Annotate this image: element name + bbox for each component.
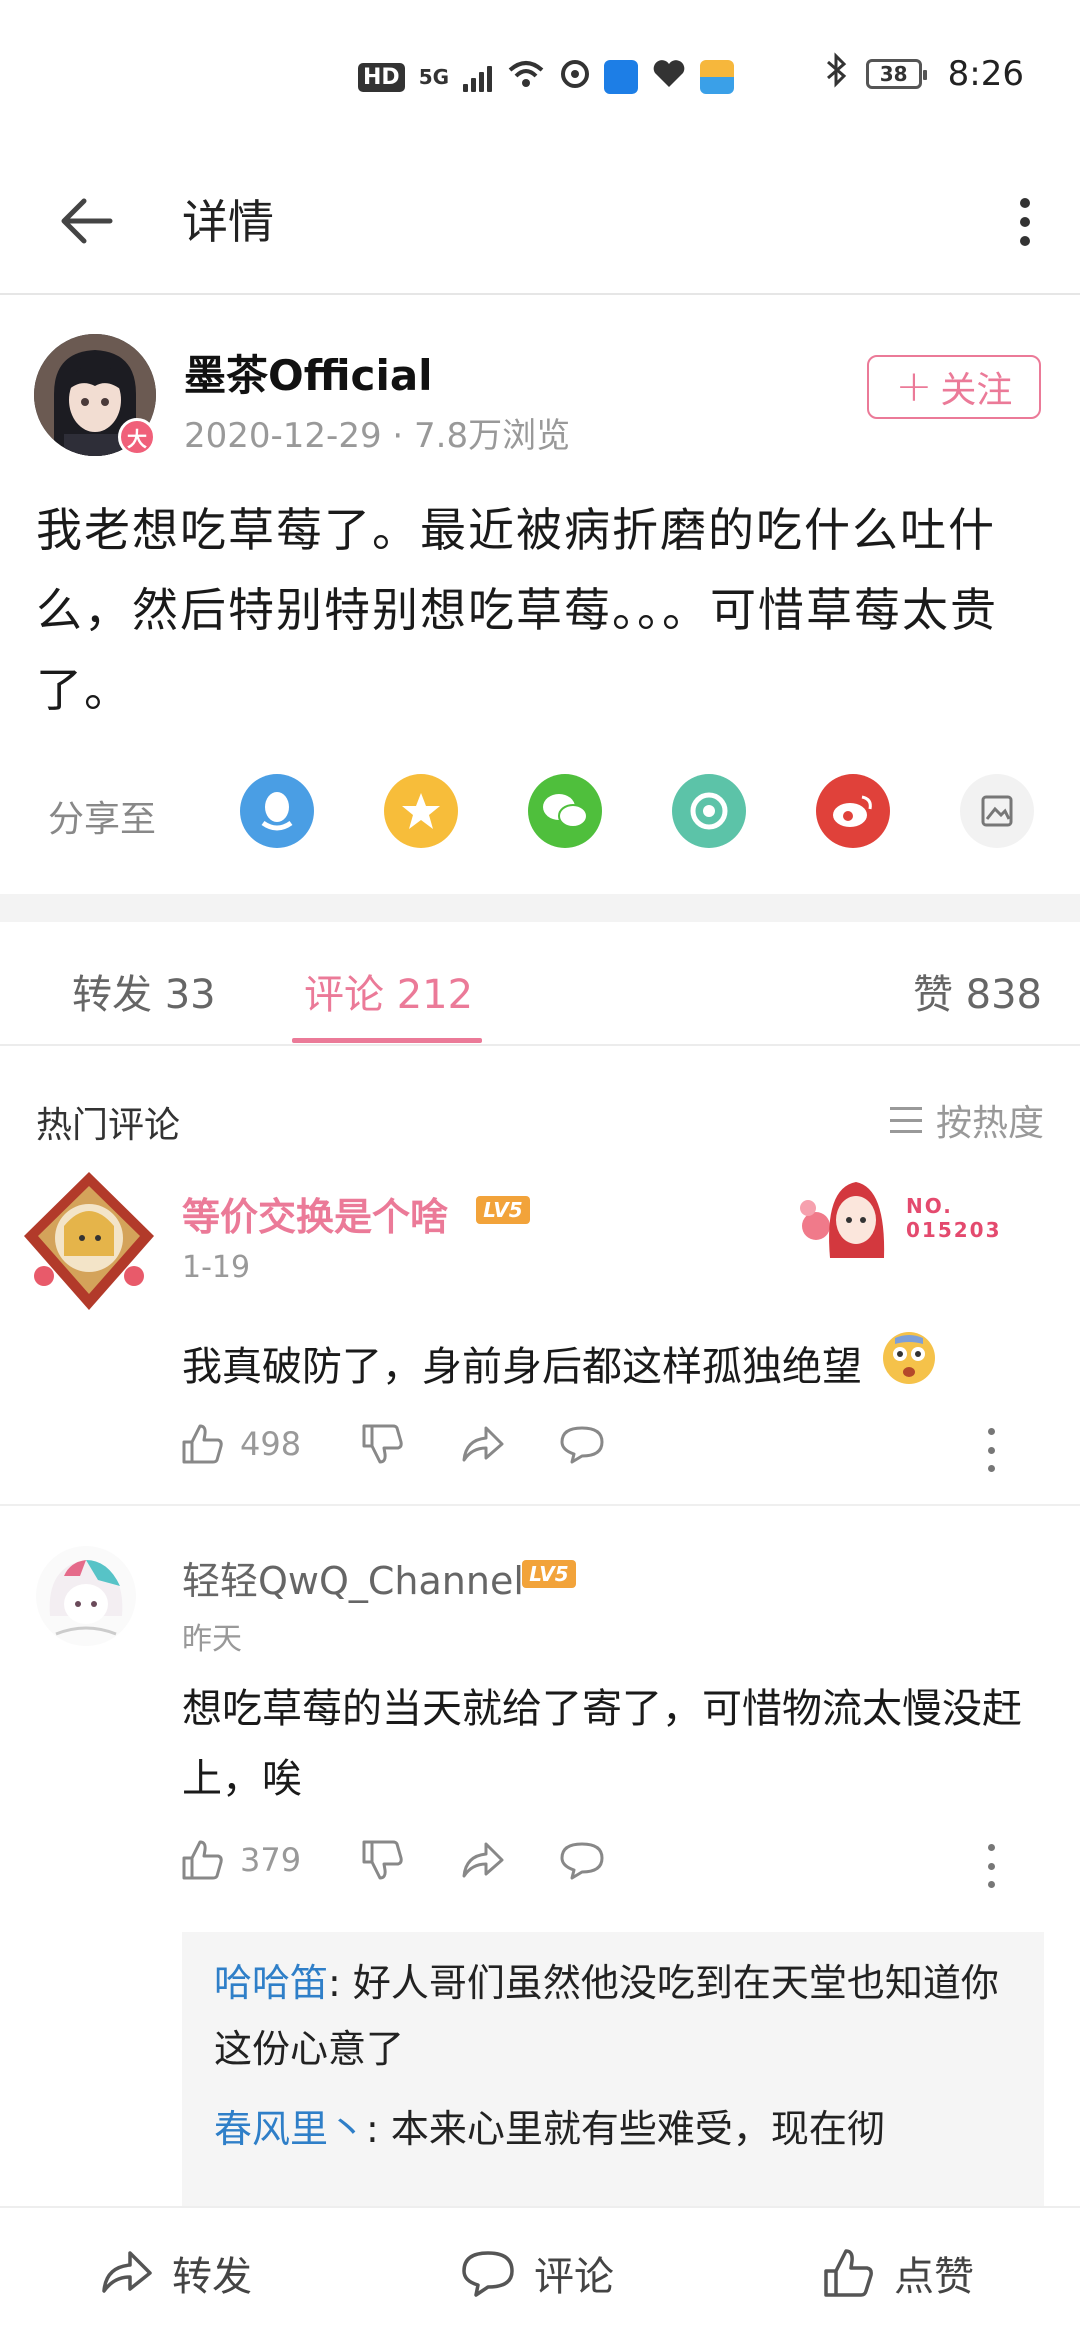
sort-button[interactable]: 按热度	[889, 1094, 1044, 1146]
commenter-name[interactable]: 等价交换是个啥	[182, 1186, 448, 1241]
comment-button[interactable]: 评论	[460, 2244, 614, 2302]
commenter-name[interactable]: 轻轻QwQ_Channel	[182, 1550, 524, 1605]
thumbs-up-icon	[182, 1840, 223, 1880]
comment-text-content: 我真破防了，身前身后都这样孤独绝望	[182, 1344, 862, 1390]
like-label: 点赞	[894, 2254, 974, 2300]
speech-bubble-icon	[560, 1426, 604, 1464]
share-comment-button[interactable]	[458, 1836, 506, 1884]
active-tab-indicator	[292, 1038, 482, 1043]
battery-icon: 38	[865, 59, 927, 89]
tab-bar: 转发 33 评论 212 赞 838	[0, 922, 1080, 1046]
comment-divider	[0, 1504, 1080, 1506]
signal-icon	[463, 62, 493, 92]
status-right: 38 8:26	[824, 52, 1024, 96]
speech-bubble-icon	[560, 1842, 604, 1880]
wallet-icon	[700, 60, 735, 94]
repost-button[interactable]: 转发	[98, 2244, 252, 2302]
tab-comments[interactable]: 评论 212	[304, 962, 473, 1020]
follow-label: 关注	[940, 370, 1013, 411]
like-count: 379	[240, 1841, 302, 1879]
replies-preview[interactable]: 哈哈笛: 好人哥们虽然他没吃到在天堂也知道你这份心意了 春风里丶: 本来心里就有…	[182, 1932, 1044, 2222]
share-label: 分享至	[48, 799, 157, 840]
share-arrow-icon	[462, 1426, 504, 1462]
status-icons: HD 5G	[358, 58, 735, 96]
weibo-icon[interactable]	[816, 774, 890, 848]
level-badge: LV5	[522, 1560, 576, 1588]
comment-date: 昨天	[182, 1622, 242, 1657]
share-comment-button[interactable]	[458, 1420, 506, 1468]
sort-icon	[889, 1107, 922, 1133]
share-arrow-icon	[102, 2251, 152, 2293]
netease-icon	[560, 59, 590, 95]
moments-icon[interactable]	[672, 774, 746, 848]
post-author-name[interactable]: 墨茶Official	[184, 342, 433, 403]
comment-more-icon[interactable]	[984, 1844, 998, 1888]
section-divider	[0, 894, 1080, 922]
comment-text: 我真破防了，身前身后都这样孤独绝望	[182, 1330, 1042, 1408]
more-options-icon[interactable]	[1010, 186, 1040, 258]
comment-actions: 379	[178, 1836, 1038, 1896]
reply-text: : 好人哥们虽然他没吃到在天堂也知道你这份心意了	[214, 1961, 999, 2071]
thumbs-down-icon	[362, 1424, 403, 1464]
reply-item: 哈哈笛: 好人哥们虽然他没吃到在天堂也知道你这份心意了	[214, 1950, 1012, 2082]
wifi-icon	[506, 58, 546, 96]
speech-bubble-icon	[462, 2251, 514, 2297]
reply-button[interactable]	[558, 1836, 606, 1884]
reply-text: : 本来心里就有些难受，现在彻	[366, 2107, 885, 2151]
like-button[interactable]: 498	[178, 1420, 301, 1468]
like-button[interactable]: 379	[178, 1836, 301, 1884]
plus-icon: +	[895, 361, 933, 412]
post-meta: 2020-12-29 · 7.8万浏览	[184, 416, 571, 456]
bluetooth-icon	[824, 52, 850, 96]
status-bar: HD 5G 38 8:26	[0, 0, 1080, 150]
thumbs-up-icon	[824, 2249, 873, 2297]
comment-date: 1-19	[182, 1250, 251, 1285]
hot-comments-title: 热门评论	[36, 1105, 181, 1146]
dislike-button[interactable]	[358, 1420, 406, 1468]
comment-actions: 498	[178, 1420, 1038, 1480]
reply-item: 春风里丶: 本来心里就有些难受，现在彻	[214, 2096, 1012, 2162]
level-badge: LV5	[476, 1196, 530, 1224]
health-icon	[652, 59, 686, 95]
reply-user[interactable]: 哈哈笛	[214, 1961, 328, 2005]
clock: 8:26	[947, 54, 1024, 94]
page-title: 详情	[182, 195, 274, 249]
hd-indicator: HD	[358, 62, 405, 92]
commenter-avatar[interactable]	[36, 1546, 136, 1646]
dislike-button[interactable]	[358, 1836, 406, 1884]
alipay-icon	[604, 60, 639, 94]
like-post-button[interactable]: 点赞	[820, 2244, 974, 2302]
thumbs-up-icon	[182, 1424, 223, 1464]
image-share-icon[interactable]	[960, 774, 1034, 848]
bottom-action-bar: 转发 评论 点赞	[0, 2206, 1080, 2340]
share-row: 分享至	[0, 770, 1080, 850]
follow-button[interactable]: + 关注	[867, 355, 1041, 419]
thumbs-down-icon	[362, 1840, 403, 1880]
network-type: 5G	[418, 65, 450, 89]
comment-more-icon[interactable]	[984, 1428, 998, 1472]
comment-text: 想吃草莓的当天就给了寄了，可惜物流太慢没赶上，唉	[182, 1686, 1022, 1802]
fan-badge-number: NO. 015203	[906, 1194, 1002, 1242]
sort-label: 按热度	[935, 1103, 1044, 1144]
fan-badge: NO. 015203	[794, 1168, 1014, 1268]
qq-icon[interactable]	[240, 774, 314, 848]
shocked-emoji-icon	[881, 1330, 937, 1408]
reply-button[interactable]	[558, 1420, 606, 1468]
verified-badge: 大	[118, 418, 156, 456]
post-body: 我老想吃草莓了。最近被病折磨的吃什么吐什么，然后特别特别想吃草莓。。。可惜草莓太…	[36, 503, 998, 717]
comment-label: 评论	[534, 2254, 614, 2300]
tab-likes[interactable]: 赞 838	[913, 962, 1042, 1020]
like-count: 498	[240, 1425, 302, 1463]
qzone-icon[interactable]	[384, 774, 458, 848]
back-arrow-icon[interactable]	[52, 188, 118, 254]
tab-reposts[interactable]: 转发 33	[72, 962, 216, 1020]
top-app-bar: 详情	[0, 150, 1080, 295]
reply-user[interactable]: 春风里丶	[214, 2107, 366, 2151]
repost-label: 转发	[172, 2254, 252, 2300]
wechat-icon[interactable]	[528, 774, 602, 848]
commenter-avatar[interactable]	[14, 1166, 164, 1316]
share-arrow-icon	[462, 1842, 504, 1878]
